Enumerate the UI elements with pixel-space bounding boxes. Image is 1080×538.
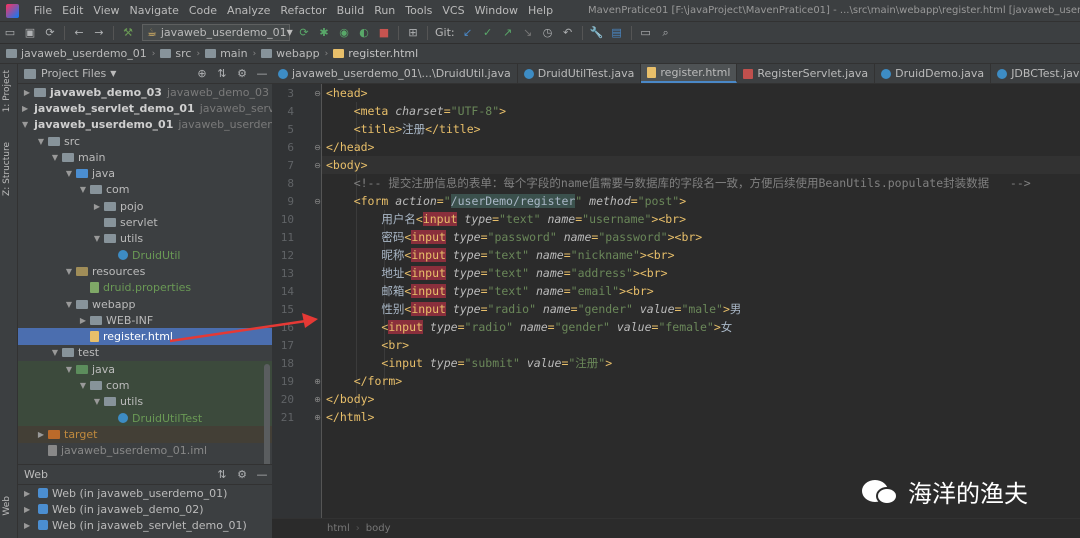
arrow-shaft	[169, 319, 307, 343]
arrow-head	[302, 313, 318, 328]
annotation-arrow	[169, 313, 318, 343]
watermark: 海洋的渔夫	[862, 474, 1028, 509]
watermark-text: 海洋的渔夫	[908, 480, 1028, 508]
wechat-icon	[862, 477, 900, 507]
